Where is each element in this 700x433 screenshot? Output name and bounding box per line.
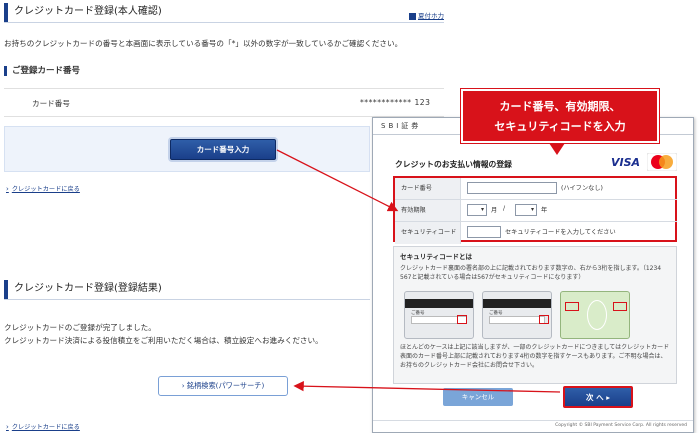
annotation-arrows [276, 149, 561, 393]
arrow-to-result [293, 380, 561, 393]
arrow-to-form [276, 149, 399, 212]
